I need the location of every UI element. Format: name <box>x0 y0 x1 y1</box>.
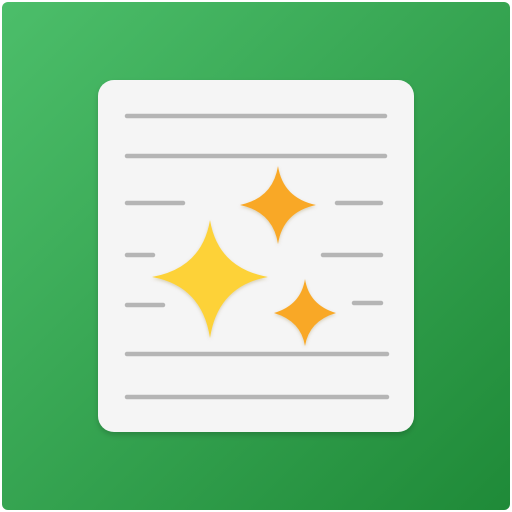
app-icon-graphic <box>2 2 510 510</box>
app-icon <box>0 0 512 512</box>
